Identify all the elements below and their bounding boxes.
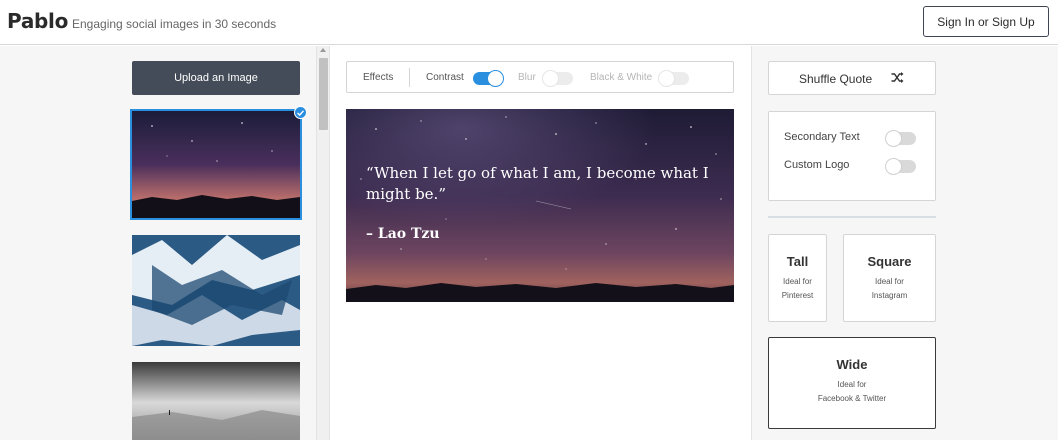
custom-logo-toggle[interactable] <box>885 158 916 175</box>
blur-toggle[interactable] <box>542 70 573 87</box>
size-option-square[interactable]: Square Ideal for Instagram <box>843 234 936 322</box>
image-thumbnail-misty-landscape[interactable] <box>132 362 300 440</box>
image-library-panel: Upload an Image <box>0 46 316 440</box>
night-sky-background-image <box>346 109 734 302</box>
size-title: Square <box>867 254 912 269</box>
snowy-mountain-thumbnail-image <box>132 235 300 346</box>
size-title: Wide <box>836 357 868 372</box>
selected-check-icon <box>294 106 307 119</box>
size-subtitle: Facebook & Twitter <box>817 394 887 403</box>
section-divider <box>768 216 936 218</box>
quote-image-canvas[interactable]: “When I let go of what I am, I become wh… <box>346 109 734 302</box>
night-sky-thumbnail-image <box>132 111 300 218</box>
image-thumbnail-night-sky[interactable] <box>130 109 302 220</box>
shuffle-quote-button[interactable]: Shuffle Quote <box>768 61 936 95</box>
misty-landscape-thumbnail-image <box>132 362 300 440</box>
shuffle-icon <box>891 72 904 86</box>
contrast-label: Contrast <box>426 72 464 83</box>
quote-text[interactable]: “When I let go of what I am, I become wh… <box>366 163 716 205</box>
size-subtitle: Ideal for <box>783 277 812 286</box>
black-white-toggle[interactable] <box>658 70 689 87</box>
app-tagline: Engaging social images in 30 seconds <box>72 17 277 31</box>
black-white-label: Black & White <box>590 72 653 83</box>
image-thumbnail-snowy-mountain[interactable] <box>132 235 300 346</box>
app-header: Pablo Engaging social images in 30 secon… <box>0 0 1058 45</box>
size-subtitle: Ideal for <box>875 277 904 286</box>
editor-panel: Effects Contrast Blur Black & White “Whe… <box>331 46 751 440</box>
sign-in-button[interactable]: Sign In or Sign Up <box>923 6 1049 37</box>
size-title: Tall <box>786 254 809 269</box>
library-scrollbar[interactable] <box>316 46 330 440</box>
effects-label: Effects <box>363 72 394 83</box>
secondary-text-label: Secondary Text <box>784 131 860 143</box>
blur-label: Blur <box>518 72 536 83</box>
upload-image-button[interactable]: Upload an Image <box>132 61 300 95</box>
contrast-toggle[interactable] <box>473 70 504 87</box>
size-option-wide[interactable]: Wide Ideal for Facebook & Twitter <box>768 337 936 429</box>
text-options-box: Secondary Text Custom Logo <box>768 111 936 201</box>
custom-logo-label: Custom Logo <box>784 159 850 171</box>
scrollbar-thumb[interactable] <box>319 58 328 130</box>
size-subtitle: Instagram <box>871 291 908 300</box>
size-subtitle: Ideal for <box>837 380 867 389</box>
size-option-tall[interactable]: Tall Ideal for Pinterest <box>768 234 827 322</box>
effects-toolbar: Effects Contrast Blur Black & White <box>346 61 734 93</box>
shuffle-quote-label: Shuffle Quote <box>799 72 873 86</box>
size-subtitle: Pinterest <box>781 291 814 300</box>
settings-panel: Shuffle Quote Secondary Text Custom Logo… <box>751 46 1058 440</box>
effects-divider <box>409 68 410 87</box>
quote-author[interactable]: – Lao Tzu <box>366 226 440 242</box>
secondary-text-toggle[interactable] <box>885 130 916 147</box>
app-logo[interactable]: Pablo <box>7 9 68 33</box>
scroll-up-arrow-icon[interactable] <box>320 48 326 52</box>
